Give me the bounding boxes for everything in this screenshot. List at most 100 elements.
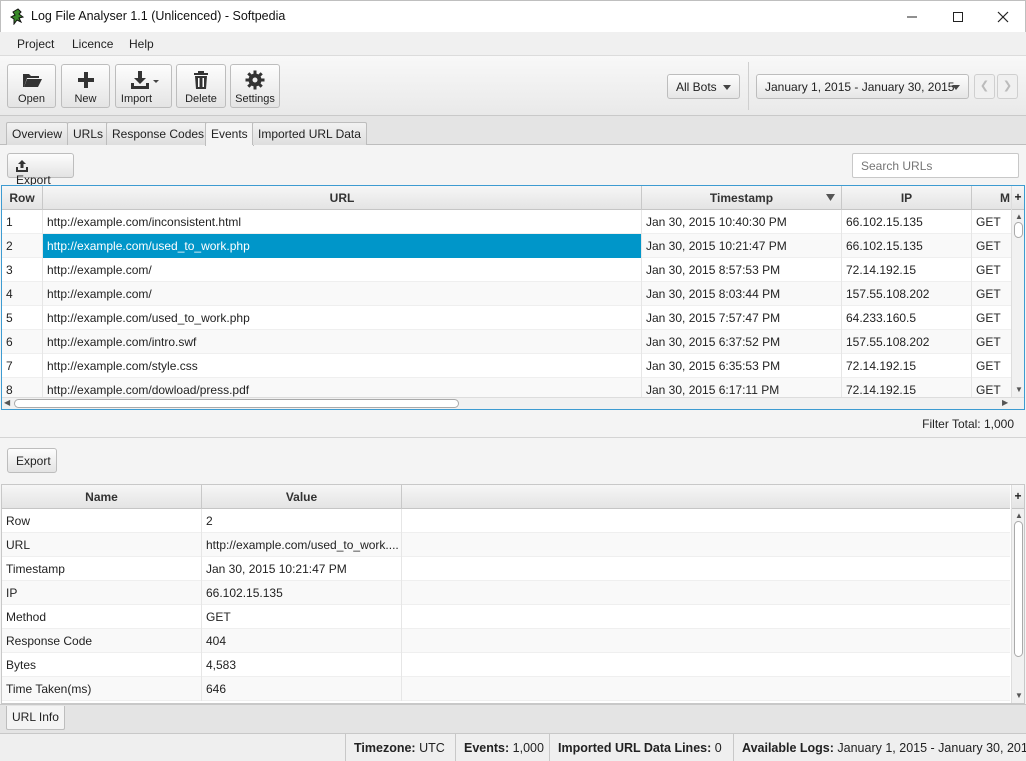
scroll-left-icon[interactable]: ◀ <box>4 398 10 407</box>
column-value[interactable]: Value <box>202 485 402 509</box>
ip-cell[interactable]: 66.102.15.135 <box>842 210 972 234</box>
new-button[interactable]: New <box>61 64 110 108</box>
scroll-up-icon[interactable]: ▲ <box>1015 212 1023 221</box>
events-hscroll-thumb[interactable] <box>14 399 459 408</box>
method-cell[interactable]: GET <box>972 306 1012 330</box>
detail-name-cell[interactable]: Row <box>2 509 202 533</box>
column-timestamp[interactable]: Timestamp <box>642 186 842 210</box>
details-vertical-scrollbar[interactable]: + ▲ ▼ <box>1011 485 1024 703</box>
detail-value-cell[interactable]: Jan 30, 2015 10:21:47 PM <box>202 557 402 581</box>
detail-value-cell[interactable]: 646 <box>202 677 402 701</box>
detail-name-cell[interactable]: Bytes <box>2 653 202 677</box>
timestamp-cell[interactable]: Jan 30, 2015 6:35:53 PM <box>642 354 842 378</box>
detail-name-cell[interactable]: Time Taken(ms) <box>2 677 202 701</box>
tab-url-info[interactable]: URL Info <box>6 706 65 730</box>
open-button[interactable]: Open <box>7 64 56 108</box>
url-cell[interactable]: http://example.com/used_to_work.php <box>43 306 642 330</box>
ip-cell[interactable]: 72.14.192.15 <box>842 258 972 282</box>
timestamp-cell[interactable]: Jan 30, 2015 6:37:52 PM <box>642 330 842 354</box>
detail-value-cell[interactable]: 2 <box>202 509 402 533</box>
detail-value-cell[interactable]: 404 <box>202 629 402 653</box>
search-urls-input[interactable] <box>852 153 1019 178</box>
detail-name-cell[interactable]: Method <box>2 605 202 629</box>
detail-row[interactable]: Time Taken(ms) 646 <box>2 677 1010 701</box>
menu-help[interactable]: Help <box>129 37 154 51</box>
url-cell[interactable]: http://example.com/intro.swf <box>43 330 642 354</box>
method-cell[interactable]: GET <box>972 234 1012 258</box>
close-button[interactable] <box>980 1 1026 32</box>
column-method[interactable]: M <box>972 186 1012 210</box>
row-number-cell[interactable]: 7 <box>2 354 43 378</box>
url-cell[interactable]: http://example.com/ <box>43 282 642 306</box>
menu-licence[interactable]: Licence <box>72 37 113 51</box>
detail-row[interactable]: Bytes 4,583 <box>2 653 1010 677</box>
previous-range-button[interactable]: ❮ <box>974 74 995 99</box>
table-row[interactable]: 4 http://example.com/Jan 30, 2015 8:03:44… <box>2 282 1012 306</box>
detail-row[interactable]: IP 66.102.15.135 <box>2 581 1010 605</box>
url-cell[interactable]: http://example.com/used_to_work.php <box>43 234 642 258</box>
ip-cell[interactable]: 66.102.15.135 <box>842 234 972 258</box>
detail-row[interactable]: URL http://example.com/used_to_work.... <box>2 533 1010 557</box>
export-details-button[interactable]: Export <box>7 448 57 473</box>
detail-row[interactable]: Method GET <box>2 605 1010 629</box>
table-row[interactable]: 1 http://example.com/inconsistent.html Jan… <box>2 210 1012 234</box>
url-cell[interactable]: http://example.com/ <box>43 258 642 282</box>
maximize-button[interactable] <box>935 1 981 32</box>
tab-events[interactable]: Events <box>205 122 254 146</box>
method-cell[interactable]: GET <box>972 282 1012 306</box>
method-cell[interactable]: GET <box>972 354 1012 378</box>
ip-cell[interactable]: 64.233.160.5 <box>842 306 972 330</box>
table-row[interactable]: 3 http://example.com/Jan 30, 2015 8:57:53… <box>2 258 1012 282</box>
detail-row[interactable]: Row 2 <box>2 509 1010 533</box>
detail-value-cell[interactable]: 66.102.15.135 <box>202 581 402 605</box>
column-url[interactable]: URL <box>43 186 642 210</box>
delete-button[interactable]: Delete <box>176 64 226 108</box>
method-cell[interactable]: GET <box>972 210 1012 234</box>
method-cell[interactable]: GET <box>972 258 1012 282</box>
timestamp-cell[interactable]: Jan 30, 2015 10:40:30 PM <box>642 210 842 234</box>
tab-urls[interactable]: URLs <box>67 122 110 145</box>
import-button[interactable]: Import <box>115 64 172 108</box>
date-range-dropdown[interactable]: January 1, 2015 - January 30, 2015 <box>756 74 969 99</box>
tab-overview[interactable]: Overview <box>6 122 69 145</box>
scroll-right-icon[interactable]: ▶ <box>1002 398 1008 407</box>
row-number-cell[interactable]: 4 <box>2 282 43 306</box>
timestamp-cell[interactable]: Jan 30, 2015 10:21:47 PM <box>642 234 842 258</box>
scroll-down-icon[interactable]: ▼ <box>1015 385 1023 394</box>
export-events-button[interactable]: Export <box>7 153 74 187</box>
minimize-button[interactable] <box>889 1 935 32</box>
detail-name-cell[interactable]: Response Code <box>2 629 202 653</box>
column-name[interactable]: Name <box>2 485 202 509</box>
tab-response-codes[interactable]: Response Codes <box>106 122 211 145</box>
menu-project[interactable]: Project <box>17 37 54 51</box>
column-menu-icon[interactable]: + <box>1012 485 1024 509</box>
column-menu-icon[interactable]: + <box>1012 186 1024 210</box>
settings-button[interactable]: Settings <box>230 64 280 108</box>
column-row[interactable]: Row <box>2 186 43 210</box>
url-cell[interactable]: http://example.com/inconsistent.html <box>43 210 642 234</box>
ip-cell[interactable]: 157.55.108.202 <box>842 330 972 354</box>
detail-name-cell[interactable]: IP <box>2 581 202 605</box>
detail-name-cell[interactable]: Timestamp <box>2 557 202 581</box>
timestamp-cell[interactable]: Jan 30, 2015 7:57:47 PM <box>642 306 842 330</box>
table-row[interactable]: 6 http://example.com/intro.swf Jan 30, 201… <box>2 330 1012 354</box>
scroll-down-icon[interactable]: ▼ <box>1015 691 1023 700</box>
table-row[interactable]: 2 http://example.com/used_to_work.php Jan … <box>2 234 1012 258</box>
events-vertical-scrollbar[interactable]: + ▲ ▼ <box>1011 186 1024 397</box>
table-row[interactable]: 5 http://example.com/used_to_work.php Jan … <box>2 306 1012 330</box>
events-horizontal-scrollbar[interactable]: ◀ ▶ <box>2 397 1024 409</box>
detail-name-cell[interactable]: URL <box>2 533 202 557</box>
detail-value-cell[interactable]: 4,583 <box>202 653 402 677</box>
row-number-cell[interactable]: 2 <box>2 234 43 258</box>
tab-imported-url-data[interactable]: Imported URL Data <box>252 122 367 145</box>
bots-filter-dropdown[interactable]: All Bots <box>667 74 740 99</box>
detail-row[interactable]: Timestamp Jan 30, 2015 10:21:47 PM <box>2 557 1010 581</box>
scroll-up-icon[interactable]: ▲ <box>1015 511 1023 520</box>
detail-value-cell[interactable]: http://example.com/used_to_work.... <box>202 533 402 557</box>
column-ip[interactable]: IP <box>842 186 972 210</box>
row-number-cell[interactable]: 5 <box>2 306 43 330</box>
ip-cell[interactable]: 72.14.192.15 <box>842 354 972 378</box>
timestamp-cell[interactable]: Jan 30, 2015 8:57:53 PM <box>642 258 842 282</box>
row-number-cell[interactable]: 6 <box>2 330 43 354</box>
row-number-cell[interactable]: 3 <box>2 258 43 282</box>
